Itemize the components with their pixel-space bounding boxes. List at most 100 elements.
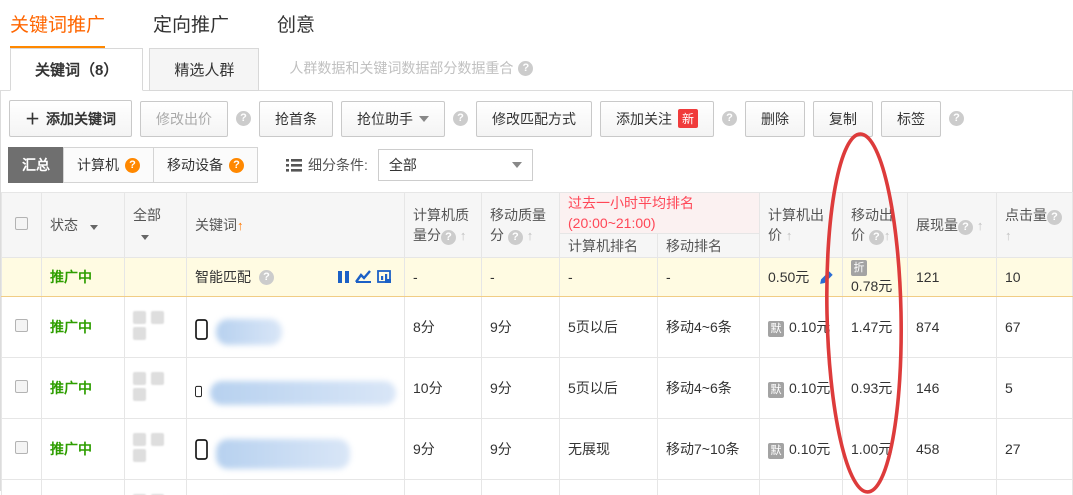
sort-icon[interactable]: ↑ (884, 228, 891, 243)
cell-mobile-bid: 1.47元 (843, 297, 908, 358)
row-checkbox[interactable] (15, 380, 28, 393)
header-impressions[interactable]: 展现量? ↑ (908, 193, 997, 258)
pc-bid-value: 0.10元 (789, 441, 830, 457)
status-badge: 推广中 (42, 480, 125, 495)
tag-button[interactable]: 标签 (881, 101, 941, 137)
help-icon[interactable]: ? (1047, 210, 1062, 225)
smart-match-label: 智能匹配 (195, 267, 251, 287)
tab-note: 人群数据和关键词数据部分数据重合 ? (289, 58, 533, 90)
sort-icon[interactable]: ↑ (786, 228, 793, 243)
position-assistant-label: 抢位助手 (357, 109, 413, 129)
help-icon[interactable]: ? (125, 158, 140, 173)
blurred-keyword (216, 319, 282, 345)
edit-pencil-icon[interactable] (819, 270, 834, 285)
cell-keyword: 智能匹配 ? (187, 258, 405, 297)
table-row: 推广中 8分 9分 5页以后 移动4~6条 默0.10元 (2, 297, 1073, 358)
sort-icon[interactable]: ↑ (977, 218, 984, 233)
segment-summary[interactable]: 汇总 (8, 147, 64, 183)
header-pc-quality[interactable]: 计算机质量分? ↑ (405, 193, 482, 258)
cell-pc-rank: 无展现 (560, 419, 658, 480)
header-pc-bid[interactable]: 计算机出价 ↑ (760, 193, 843, 258)
cell-clicks: 5 (997, 358, 1073, 419)
help-icon[interactable]: ? (453, 111, 468, 126)
nav-targeted-promotion[interactable]: 定向推广 (153, 10, 229, 46)
help-icon[interactable]: ? (259, 270, 274, 285)
grab-first-button[interactable]: 抢首条 (259, 101, 333, 137)
pc-bid-value: 0.50元 (768, 267, 809, 287)
cell-pc-bid: 默0.10元 (760, 419, 843, 480)
new-badge: 新 (678, 109, 698, 128)
help-icon[interactable]: ? (869, 230, 884, 245)
cell-checkbox (2, 358, 42, 419)
cell-mobile-bid: 折 0.78元 (843, 258, 908, 297)
header-pc-rank[interactable]: 计算机排名 (560, 234, 658, 258)
mobile-bid-value: 0.78元 (851, 278, 892, 294)
delete-button[interactable]: 删除 (745, 101, 805, 137)
help-icon[interactable]: ? (958, 220, 973, 235)
cell-pc-rank: 无展现 (560, 480, 658, 495)
header-impressions-label: 展现量 (916, 217, 958, 233)
cell-mobile-rank: 移动4~6条 (658, 480, 760, 495)
help-icon[interactable]: ? (722, 111, 737, 126)
device-segment-control: 汇总 计算机 ? 移动设备 ? (9, 147, 258, 183)
header-status[interactable]: 状态 (42, 193, 125, 258)
segment-selected-value: 全部 (389, 155, 417, 175)
add-keyword-button[interactable]: ＋ 添加关键词 (9, 100, 132, 137)
report-chart-icon[interactable] (377, 270, 392, 284)
header-mobile-bid[interactable]: 移动出价 ?↑ (843, 193, 908, 258)
page: 关键词推广 定向推广 创意 关键词（8） 精选人群 人群数据和关键词数据部分数据… (0, 0, 1073, 495)
sort-icon[interactable]: ↑ (460, 228, 467, 243)
header-clicks[interactable]: 点击量? ↑ (997, 193, 1073, 258)
help-icon[interactable]: ? (949, 111, 964, 126)
table-row: 推广中 9分 9分 无展现 移动4~6条 默0.10元 (2, 480, 1073, 495)
add-watch-label: 添加关注 (616, 109, 672, 129)
cell-pc-quality: 9分 (405, 419, 482, 480)
cell-pc-quality: 8分 (405, 297, 482, 358)
blurred-keyword (210, 381, 396, 405)
cell-keyword (187, 358, 405, 419)
header-mobile-rank[interactable]: 移动排名 (658, 234, 760, 258)
segment-computer[interactable]: 计算机 ? (63, 147, 154, 183)
help-icon[interactable]: ? (441, 230, 456, 245)
modify-bid-button[interactable]: 修改出价 (140, 101, 228, 137)
help-icon[interactable]: ? (229, 158, 244, 173)
sort-icon[interactable]: ↑ (1005, 228, 1012, 243)
content-panel: ＋ 添加关键词 修改出价 ? 抢首条 抢位助手 ? 修改匹配方式 添加关注 新 … (0, 90, 1073, 491)
trend-chart-icon[interactable] (355, 270, 372, 284)
header-mobile-quality[interactable]: 移动质量分 ? ↑ (482, 193, 560, 258)
nav-keyword-promotion[interactable]: 关键词推广 (10, 10, 105, 49)
help-icon[interactable]: ? (236, 111, 251, 126)
header-keyword-label: 关键词 (195, 217, 237, 233)
toolbar: ＋ 添加关键词 修改出价 ? 抢首条 抢位助手 ? 修改匹配方式 添加关注 新 … (1, 91, 1072, 145)
chevron-down-icon (141, 235, 149, 240)
row-checkbox[interactable] (15, 441, 28, 454)
position-assistant-button[interactable]: 抢位助手 (341, 101, 445, 137)
cell-mobile-quality: 9分 (482, 297, 560, 358)
tab-selected-audience[interactable]: 精选人群 (149, 48, 259, 91)
cell-pc-bid: 默0.10元 (760, 297, 843, 358)
help-icon[interactable]: ? (518, 61, 533, 76)
copy-button[interactable]: 复制 (813, 101, 873, 137)
sort-asc-icon[interactable]: ↑ (237, 218, 244, 233)
discount-badge: 折 (851, 260, 867, 276)
chevron-down-icon (419, 116, 429, 122)
header-scope[interactable]: 全部 (125, 193, 187, 258)
cell-mobile-quality: 9分 (482, 480, 560, 495)
add-watch-button[interactable]: 添加关注 新 (600, 101, 714, 137)
cell-pc-bid: 默0.10元 (760, 358, 843, 419)
row-checkbox[interactable] (15, 319, 28, 332)
status-badge: 推广中 (42, 419, 125, 480)
nav-creative[interactable]: 创意 (277, 10, 315, 46)
help-icon[interactable]: ? (508, 230, 523, 245)
tab-keywords[interactable]: 关键词（8） (10, 48, 143, 91)
cell-mobile-quality: - (482, 258, 560, 297)
sort-icon[interactable]: ↑ (527, 228, 534, 243)
cell-mobile-bid: 1.00元 (843, 480, 908, 495)
segment-condition-select[interactable]: 全部 (378, 149, 533, 181)
pause-icon[interactable] (337, 270, 350, 284)
modify-match-button[interactable]: 修改匹配方式 (476, 101, 592, 137)
segment-mobile[interactable]: 移动设备 ? (153, 147, 258, 183)
select-all-checkbox[interactable] (15, 217, 28, 230)
segment-label-text: 细分条件: (308, 155, 368, 175)
header-keyword[interactable]: 关键词↑ (187, 193, 405, 258)
